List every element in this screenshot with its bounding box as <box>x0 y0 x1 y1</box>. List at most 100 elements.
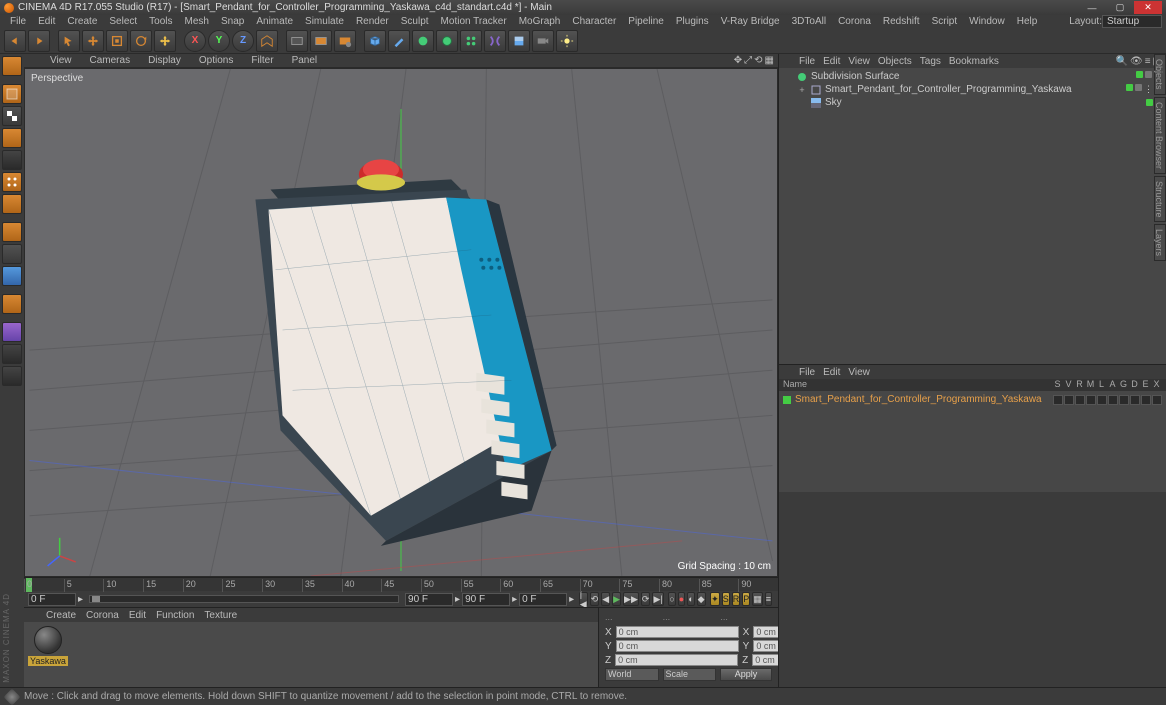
scale-tool[interactable] <box>106 30 128 52</box>
take-cell[interactable] <box>1064 395 1074 405</box>
take-cell[interactable] <box>1152 395 1162 405</box>
current-frame-field[interactable] <box>519 593 567 606</box>
menu-corona[interactable]: Corona <box>832 16 877 27</box>
mat-menu-corona[interactable]: Corona <box>86 610 119 621</box>
menu-mograph[interactable]: MoGraph <box>513 16 567 27</box>
menu-sculpt[interactable]: Sculpt <box>395 16 435 27</box>
edge-mode-button[interactable] <box>2 194 22 214</box>
play-button[interactable]: ▶ <box>612 592 621 606</box>
vp-zoom-icon[interactable]: ⤢ <box>744 55 752 66</box>
texture-mode-button[interactable] <box>2 106 22 126</box>
key-pla-button[interactable]: ▦ <box>752 592 763 606</box>
timeline-ruler[interactable]: 0 5 10 15 20 25 30 35 40 45 50 55 60 65 … <box>24 577 778 591</box>
om-menu-view[interactable]: View <box>848 56 870 67</box>
playback-slider[interactable] <box>89 595 399 603</box>
take-cell[interactable] <box>1119 395 1129 405</box>
visibility-editor-dot[interactable] <box>1136 71 1143 78</box>
take-cell[interactable] <box>1053 395 1063 405</box>
render-settings-button[interactable] <box>334 30 356 52</box>
planar-workplane-button[interactable] <box>2 366 22 386</box>
viewport-solo-button[interactable] <box>2 266 22 286</box>
cur-stepper-icon[interactable]: ▸ <box>569 594 574 605</box>
mat-menu-texture[interactable]: Texture <box>204 610 237 621</box>
vp-maximize-icon[interactable]: ▦ <box>765 55 774 66</box>
goto-last-button[interactable]: ▶| <box>652 592 663 606</box>
vp-menu-cameras[interactable]: Cameras <box>86 55 135 66</box>
visibility-editor-dot[interactable] <box>1126 84 1133 91</box>
cube-prim-button[interactable] <box>364 30 386 52</box>
menu-script[interactable]: Script <box>926 16 964 27</box>
object-tree[interactable]: Subdivision Surface ✔ + Smart_Pendant_fo… <box>779 68 1166 364</box>
om-menu-objects[interactable]: Objects <box>878 56 912 67</box>
menu-create[interactable]: Create <box>61 16 103 27</box>
menu-render[interactable]: Render <box>350 16 395 27</box>
goto-start-button[interactable]: |◀ <box>579 592 588 606</box>
layout-dropdown[interactable]: Startup <box>1102 15 1162 28</box>
enable-axis-button[interactable] <box>2 244 22 264</box>
array-button[interactable] <box>460 30 482 52</box>
coord-system-dropdown[interactable]: World <box>605 668 659 681</box>
om-search-icon[interactable]: 🔍 <box>1116 56 1128 67</box>
total-frames-field[interactable] <box>462 593 510 606</box>
redo-button[interactable] <box>28 30 50 52</box>
visibility-render-dot[interactable] <box>1145 71 1152 78</box>
menu-mesh[interactable]: Mesh <box>179 16 215 27</box>
workplane-button[interactable] <box>2 322 22 342</box>
menu-plugins[interactable]: Plugins <box>670 16 715 27</box>
vp-menu-options[interactable]: Options <box>195 55 237 66</box>
end-stepper-icon[interactable]: ▸ <box>455 594 460 605</box>
menu-snap[interactable]: Snap <box>215 16 250 27</box>
menu-motiontracker[interactable]: Motion Tracker <box>435 16 513 27</box>
vp-menu-display[interactable]: Display <box>144 55 185 66</box>
material-swatch[interactable]: Yaskawa <box>28 626 68 683</box>
mat-menu-edit[interactable]: Edit <box>129 610 146 621</box>
autokey-button[interactable]: ● <box>678 592 685 606</box>
next-key-button[interactable]: ▶▶ <box>623 592 639 606</box>
lasttool-button[interactable] <box>154 30 176 52</box>
coord-mode-dropdown[interactable]: Scale <box>663 668 717 681</box>
menu-edit[interactable]: Edit <box>32 16 61 27</box>
record-button[interactable]: ○ <box>668 592 675 606</box>
make-editable-button[interactable] <box>2 56 22 76</box>
pen-tool-button[interactable] <box>388 30 410 52</box>
pos-x-field[interactable] <box>616 626 739 638</box>
menu-tools[interactable]: Tools <box>143 16 178 27</box>
tab-objects[interactable]: Objects <box>1154 54 1166 95</box>
visibility-editor-dot[interactable] <box>1146 99 1153 106</box>
menu-redshift[interactable]: Redshift <box>877 16 926 27</box>
tm-menu-view[interactable]: View <box>848 367 870 378</box>
expander-icon[interactable]: + <box>797 85 807 95</box>
key-all-button[interactable]: ≡ <box>765 592 772 606</box>
maximize-button[interactable]: ▢ <box>1106 1 1134 14</box>
take-cell[interactable] <box>1141 395 1151 405</box>
move-tool[interactable] <box>82 30 104 52</box>
tm-menu-edit[interactable]: Edit <box>823 367 840 378</box>
vp-pan-icon[interactable]: ✥ <box>734 55 742 66</box>
tm-menu-file[interactable]: File <box>799 367 815 378</box>
tab-layers[interactable]: Layers <box>1154 224 1166 261</box>
om-eye-icon[interactable]: 👁 <box>1130 56 1143 67</box>
pos-z-field[interactable] <box>615 654 738 666</box>
model-mode-button[interactable] <box>2 84 22 104</box>
menu-window[interactable]: Window <box>963 16 1011 27</box>
mat-menu-function[interactable]: Function <box>156 610 194 621</box>
rotate-tool[interactable] <box>130 30 152 52</box>
render-picture-button[interactable] <box>310 30 332 52</box>
object-row[interactable]: + Smart_Pendant_for_Controller_Programmi… <box>783 83 1162 96</box>
close-button[interactable]: ✕ <box>1134 1 1162 14</box>
object-mode-button[interactable] <box>2 128 22 148</box>
apply-button[interactable]: Apply <box>720 668 772 681</box>
viewport[interactable]: Perspective Grid Spacing : 10 cm <box>24 68 778 577</box>
play-back-button[interactable]: ◀ <box>601 592 610 606</box>
vp-rotate-icon[interactable]: ⟲ <box>754 55 762 66</box>
take-cell[interactable] <box>1108 395 1118 405</box>
menu-vray[interactable]: V-Ray Bridge <box>715 16 786 27</box>
generator-button[interactable] <box>436 30 458 52</box>
menu-simulate[interactable]: Simulate <box>299 16 350 27</box>
key-scale-button[interactable]: S <box>722 592 730 606</box>
undo-button[interactable] <box>4 30 26 52</box>
menu-3dtoall[interactable]: 3DToAll <box>786 16 832 27</box>
take-cell[interactable] <box>1075 395 1085 405</box>
vp-menu-view[interactable]: View <box>46 55 76 66</box>
menu-select[interactable]: Select <box>103 16 143 27</box>
